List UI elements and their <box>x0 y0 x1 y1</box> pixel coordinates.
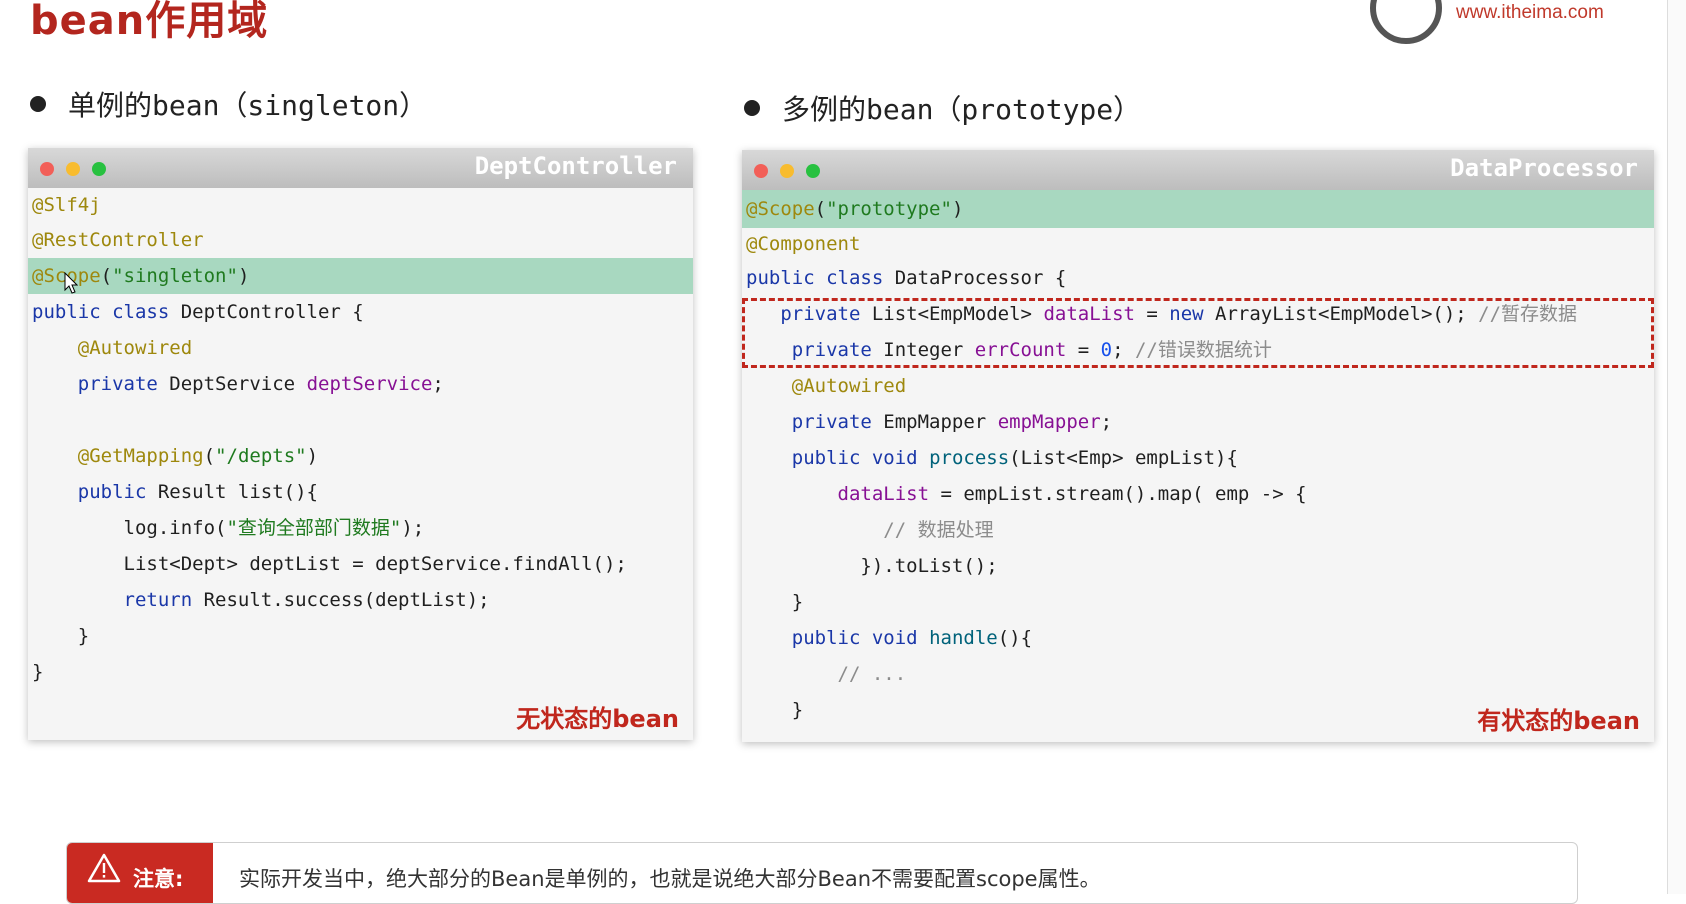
code-panel-prototype: DataProcessor @Scope("prototype") @Compo… <box>742 150 1654 742</box>
warning-icon <box>87 853 121 883</box>
close-dot-icon <box>754 164 768 178</box>
code-line: public void handle(){ <box>791 627 1033 649</box>
panel-title: DeptController <box>474 152 677 180</box>
bullet-dot-icon <box>744 100 760 116</box>
code-line: @Component <box>746 233 861 255</box>
close-dot-icon <box>40 162 54 176</box>
mouse-cursor-icon <box>64 272 78 294</box>
stateful-label: 有状态的bean <box>1477 707 1640 735</box>
code-line: } <box>746 591 804 613</box>
minimize-dot-icon <box>780 164 794 178</box>
code-line: // ... <box>837 663 907 685</box>
note-tag-label: 注意: <box>133 867 184 891</box>
logo-url: www.itheima.com <box>1456 2 1604 23</box>
code-line: public void process(List<Emp> empList){ <box>791 447 1238 469</box>
code-line: log.info("查询全部部门数据"); <box>32 517 425 539</box>
maximize-dot-icon <box>92 162 106 176</box>
logo-emblem-icon <box>1370 0 1442 44</box>
code-line: return Result.success(deptList); <box>123 589 490 611</box>
bullet-dot-icon <box>30 96 46 112</box>
minimize-dot-icon <box>66 162 80 176</box>
note-tag: 注意: <box>67 843 213 903</box>
bullet-text: 多例的bean（prototype） <box>782 93 1142 126</box>
window-titlebar: DataProcessor <box>742 150 1654 190</box>
stateful-fields-highlight-box <box>742 298 1654 368</box>
slide-title: bean作用域 <box>30 0 269 44</box>
code-line: public Result list(){ <box>77 481 318 503</box>
code-line: } <box>32 625 90 647</box>
code-line: dataList = empList.stream().map( emp -> … <box>837 483 1307 505</box>
code-line: }).toList(); <box>746 555 998 577</box>
code-block: @Slf4j @RestController @Scope("singleton… <box>28 188 693 690</box>
bullet-text: 单例的bean（singleton） <box>68 89 428 122</box>
code-line-highlighted: @Scope("singleton") <box>28 258 693 294</box>
note-banner: 注意: 实际开发当中，绝大部分的Bean是单例的，也就是说绝大部分Bean不需要… <box>66 842 1578 904</box>
code-line: public class DataProcessor { <box>746 267 1067 289</box>
code-line: } <box>32 661 44 683</box>
code-line: private DeptService deptService; <box>77 373 444 395</box>
code-panel-singleton: DeptController @Slf4j @RestController @S… <box>28 148 693 740</box>
code-line: public class DeptController { <box>32 301 364 323</box>
stateless-label: 无状态的bean <box>516 705 679 733</box>
code-line: @Slf4j <box>32 194 101 216</box>
scrollbar[interactable] <box>1667 0 1686 894</box>
code-line: private EmpMapper empMapper; <box>791 411 1113 433</box>
code-line: @Autowired <box>77 337 193 359</box>
code-line: // 数据处理 <box>883 519 994 541</box>
brand-logo: www.itheima.com <box>1370 0 1620 44</box>
window-titlebar: DeptController <box>28 148 693 188</box>
code-line: @RestController <box>32 229 204 251</box>
bullet-prototype: 多例的bean（prototype） <box>744 88 1141 128</box>
panel-title: DataProcessor <box>1450 154 1638 182</box>
bullet-singleton: 单例的bean（singleton） <box>30 84 427 124</box>
maximize-dot-icon <box>806 164 820 178</box>
code-line: List<Dept> deptList = deptService.findAl… <box>32 553 627 575</box>
code-block: @Scope("prototype") @Component public cl… <box>742 190 1654 728</box>
code-line-highlighted: @Scope("prototype") <box>742 190 1654 228</box>
code-line: @Autowired <box>791 375 907 397</box>
note-text: 实际开发当中，绝大部分的Bean是单例的，也就是说绝大部分Bean不需要配置sc… <box>239 867 1101 891</box>
code-line: @GetMapping("/depts") <box>77 445 319 467</box>
